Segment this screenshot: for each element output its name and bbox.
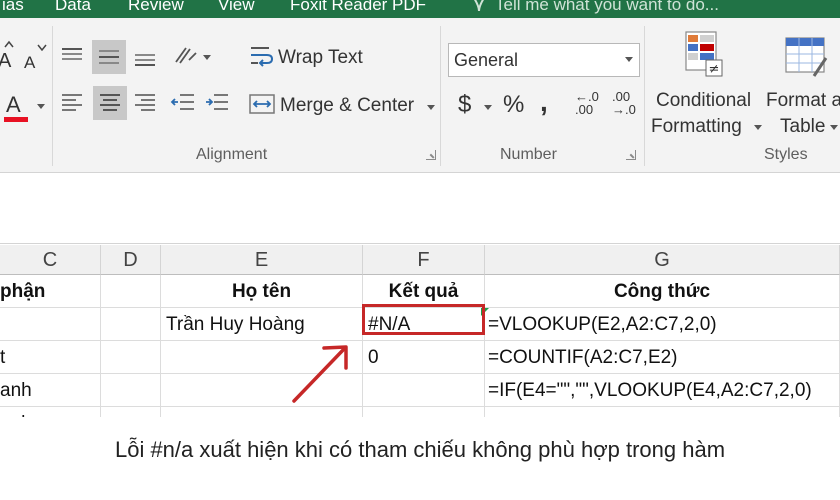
svg-text:≠: ≠ (709, 62, 720, 77)
cell-c2[interactable] (0, 308, 101, 341)
currency-dropdown-icon[interactable] (484, 105, 492, 110)
currency-format-button[interactable]: $ (458, 91, 471, 119)
format-as-table-label-1[interactable]: Format a (766, 90, 840, 112)
align-middle-icon[interactable] (97, 46, 121, 68)
tab-view[interactable]: View (218, 0, 255, 15)
merge-center-icon (249, 94, 275, 114)
merge-center-dropdown-icon[interactable] (427, 105, 435, 110)
cell-f4[interactable] (363, 374, 485, 407)
alignment-group-label: Alignment (196, 146, 268, 163)
conditional-formatting-icon: ≠ (685, 31, 723, 77)
number-dialog-launcher-icon[interactable] (626, 150, 636, 160)
format-as-table-dropdown-icon[interactable] (830, 125, 838, 130)
number-format-value: General (454, 50, 519, 70)
cell-f3[interactable]: 0 (363, 341, 485, 374)
format-as-table-label-2[interactable]: Table (780, 116, 825, 138)
styles-group-label: Styles (764, 146, 808, 163)
align-left-icon[interactable] (60, 92, 84, 114)
caret-down-icon (37, 44, 47, 51)
format-as-table-icon (785, 37, 828, 77)
group-separator (440, 26, 441, 166)
column-header-d[interactable]: D (101, 245, 161, 275)
merge-center-button[interactable]: Merge & Center (280, 95, 414, 117)
wrap-text-icon (251, 47, 274, 67)
cell-d4[interactable] (101, 374, 161, 407)
font-color-dropdown-icon[interactable] (37, 104, 45, 109)
cell-g2[interactable]: =VLOOKUP(E2,A2:C7,2,0) (485, 308, 840, 341)
font-color-button[interactable]: A (6, 92, 21, 118)
lightbulb-icon (474, 0, 484, 12)
cell-g1[interactable]: Công thức (485, 275, 840, 308)
cell-f5[interactable] (363, 407, 485, 417)
cell-c5[interactable]: anh (0, 407, 101, 417)
tab-data[interactable]: Data (55, 0, 91, 15)
orientation-icon[interactable] (172, 42, 202, 68)
cell-d3[interactable] (101, 341, 161, 374)
decrease-decimal-button[interactable]: .00 →.0 (612, 90, 636, 116)
column-header-c[interactable]: C (0, 245, 101, 275)
wrap-text-button[interactable]: Wrap Text (278, 47, 363, 69)
align-top-icon[interactable] (60, 46, 84, 68)
cell-d1[interactable] (101, 275, 161, 308)
conditional-formatting-dropdown-icon[interactable] (754, 125, 762, 130)
number-format-dropdown-icon[interactable] (625, 57, 633, 62)
caret-up-icon (4, 40, 14, 48)
number-format-select[interactable]: General (448, 43, 640, 77)
tab-formulas[interactable]: ias (2, 0, 24, 15)
cell-g3[interactable]: =COUNTIF(A2:C7,E2) (485, 341, 840, 374)
column-header-f[interactable]: F (363, 245, 485, 275)
cell-g5[interactable] (485, 407, 840, 417)
decrease-font-size-button[interactable]: A (24, 53, 35, 73)
increase-font-size-button[interactable]: A (0, 50, 11, 73)
orientation-dropdown-icon[interactable] (203, 55, 211, 60)
cell-c4[interactable]: anh (0, 374, 101, 407)
increase-indent-icon[interactable] (204, 92, 230, 114)
conditional-formatting-label-2[interactable]: Formatting (651, 116, 742, 138)
cell-c3[interactable]: t (0, 341, 101, 374)
tab-foxit-reader-pdf[interactable]: Foxit Reader PDF (290, 0, 426, 15)
cell-d2[interactable] (101, 308, 161, 341)
ribbon-tab-bar: ias Data Review View Foxit Reader PDF Te… (0, 0, 840, 18)
cell-e1[interactable]: Họ tên (161, 275, 363, 308)
number-group-label: Number (500, 146, 557, 163)
tab-review[interactable]: Review (128, 0, 184, 15)
column-header-g[interactable]: G (485, 245, 840, 275)
group-separator (644, 26, 645, 166)
column-header-e[interactable]: E (161, 245, 363, 275)
align-right-icon[interactable] (133, 92, 157, 114)
comma-style-button[interactable]: , (540, 86, 548, 118)
caption-text: Lỗi #n/a xuất hiện khi có tham chiếu khô… (114, 437, 726, 462)
cell-g4[interactable]: =IF(E4="","",VLOOKUP(E4,A2:C7,2,0) (485, 374, 840, 407)
align-center-icon[interactable] (98, 92, 122, 114)
cell-c1[interactable]: phận (0, 275, 101, 308)
annotation-arrow-icon (292, 345, 348, 403)
percent-style-button[interactable]: % (503, 91, 524, 119)
decrease-indent-icon[interactable] (170, 92, 196, 114)
group-separator (52, 26, 53, 166)
formula-bar-area (0, 174, 840, 244)
align-bottom-icon[interactable] (133, 46, 157, 68)
alignment-dialog-launcher-icon[interactable] (426, 150, 436, 160)
error-highlight-box (362, 304, 485, 335)
conditional-formatting-label-1[interactable]: Conditional (656, 90, 751, 112)
font-color-swatch (4, 117, 28, 122)
tell-me-search[interactable]: Tell me what you want to do... (495, 0, 719, 15)
cell-d5[interactable] (101, 407, 161, 417)
ribbon: A A A Wrap Text Merge & Center Alignment… (0, 18, 840, 173)
increase-decimal-button[interactable]: ←.0 .00 (575, 90, 599, 116)
